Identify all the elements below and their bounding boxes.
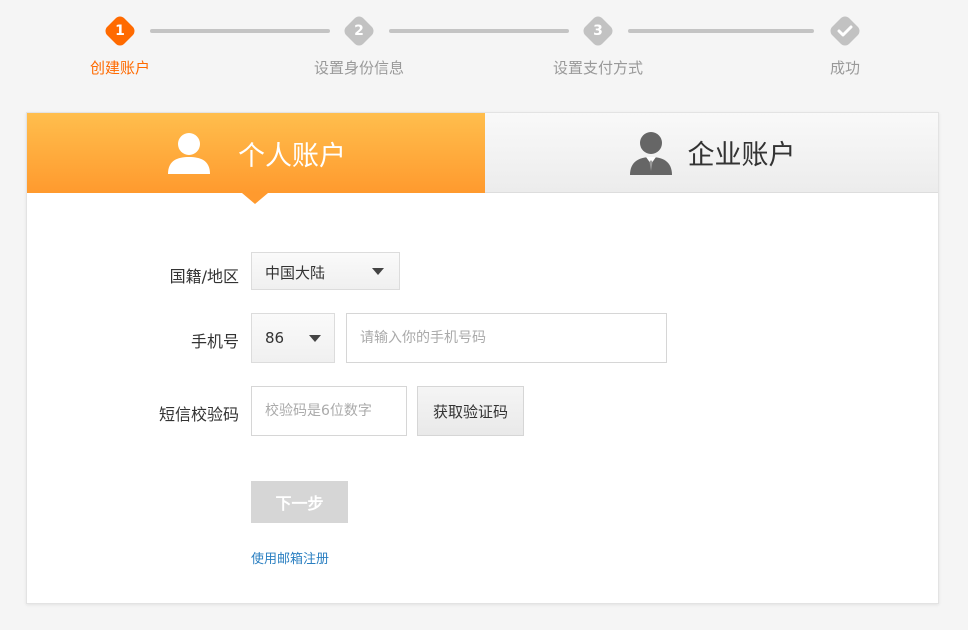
next-step-button[interactable]: 下一步 <box>251 481 348 523</box>
phone-input[interactable] <box>346 313 667 363</box>
active-tab-pointer <box>242 193 268 204</box>
step-connector <box>150 29 330 33</box>
region-select[interactable]: 中国大陆 <box>251 252 400 290</box>
country-code-select[interactable]: 86 <box>251 313 335 363</box>
step-1-label: 创建账户 <box>89 59 150 77</box>
step-2-marker: 2 <box>342 14 376 48</box>
step-1-marker: 1 <box>103 14 137 48</box>
region-select-value: 中国大陆 <box>265 264 326 282</box>
sms-code-input[interactable] <box>251 386 407 436</box>
phone-label: 手机号 <box>190 332 239 351</box>
step-1-number: 1 <box>115 23 125 39</box>
step-connector <box>389 29 569 33</box>
step-connector <box>628 29 814 33</box>
person-icon <box>168 133 210 174</box>
step-2-number: 2 <box>354 23 364 39</box>
tab-personal-account[interactable]: 个人账户 <box>27 113 485 193</box>
step-4-marker <box>828 14 862 48</box>
tab-business-label: 企业账户 <box>687 140 796 171</box>
region-label: 国籍/地区 <box>169 267 239 286</box>
email-register-link[interactable]: 使用邮箱注册 <box>251 548 329 567</box>
chevron-down-icon <box>372 268 384 275</box>
step-3-label: 设置支付方式 <box>552 59 643 77</box>
step-3-number: 3 <box>593 23 603 39</box>
country-code-value: 86 <box>265 329 285 347</box>
step-4-label: 成功 <box>829 59 860 77</box>
step-3-marker: 3 <box>581 14 615 48</box>
progress-stepper: 1 2 3 创建账户 设置身份信息 设置支付方式 成功 <box>0 0 968 100</box>
check-icon <box>837 25 853 37</box>
businessman-icon <box>629 131 672 175</box>
chevron-down-icon <box>309 335 321 342</box>
tab-personal-label: 个人账户 <box>238 140 346 172</box>
step-2-label: 设置身份信息 <box>313 59 404 77</box>
registration-card: 个人账户 企业账户 国籍/地区 中国大陆 手机号 86 短信校验码 获取验证码 … <box>26 112 939 604</box>
get-code-button[interactable]: 获取验证码 <box>417 386 524 436</box>
tab-business-account[interactable]: 企业账户 <box>485 113 938 193</box>
sms-code-label: 短信校验码 <box>158 405 239 424</box>
account-type-tabs: 个人账户 企业账户 <box>27 113 938 204</box>
